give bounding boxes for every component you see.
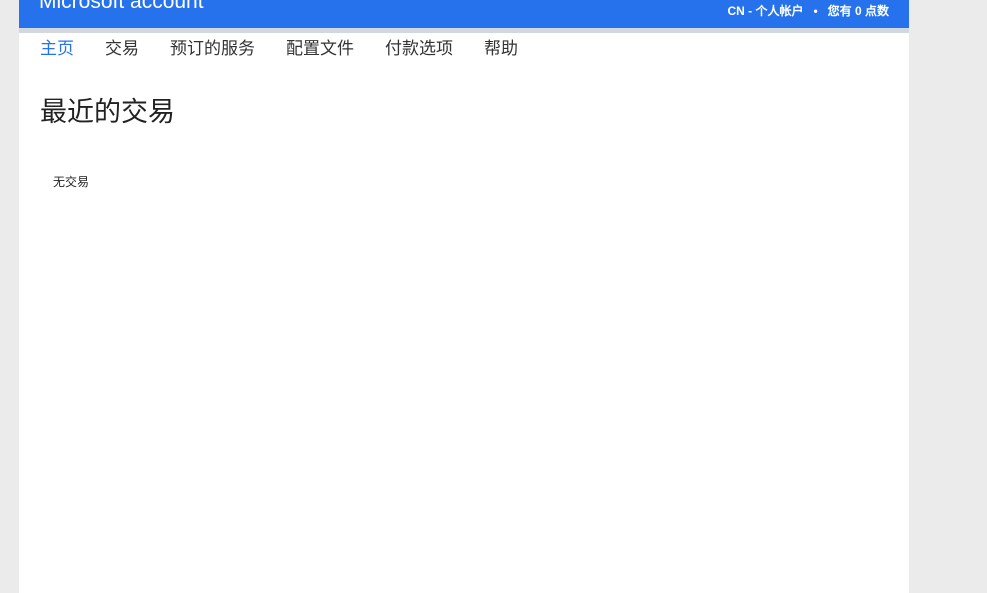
points-link[interactable]: 您有 0 点数 [828,4,889,18]
empty-transactions-message: 无交易 [53,175,90,189]
nav-item-home[interactable]: 主页 [40,38,74,60]
page-container: Microsoft account CN - 个人帐户 • 您有 0 点数 主页… [19,0,909,593]
region-account-link[interactable]: CN - 个人帐户 [727,4,803,18]
nav-item-transactions[interactable]: 交易 [105,38,139,60]
nav-item-help[interactable]: 帮助 [484,38,518,60]
separator-dot: • [813,4,818,18]
account-info: CN - 个人帐户 • 您有 0 点数 [727,4,889,18]
nav-item-subscriptions[interactable]: 预订的服务 [170,38,255,60]
nav-item-payment-options[interactable]: 付款选项 [385,38,453,60]
page-title: 最近的交易 [40,97,175,128]
brand-title[interactable]: Microsoft account [39,0,204,15]
nav-item-profile[interactable]: 配置文件 [286,38,354,60]
header-divider [19,28,909,33]
main-nav: 主页 交易 预订的服务 配置文件 付款选项 帮助 [40,38,549,60]
top-header-bar: Microsoft account CN - 个人帐户 • 您有 0 点数 [19,0,909,28]
